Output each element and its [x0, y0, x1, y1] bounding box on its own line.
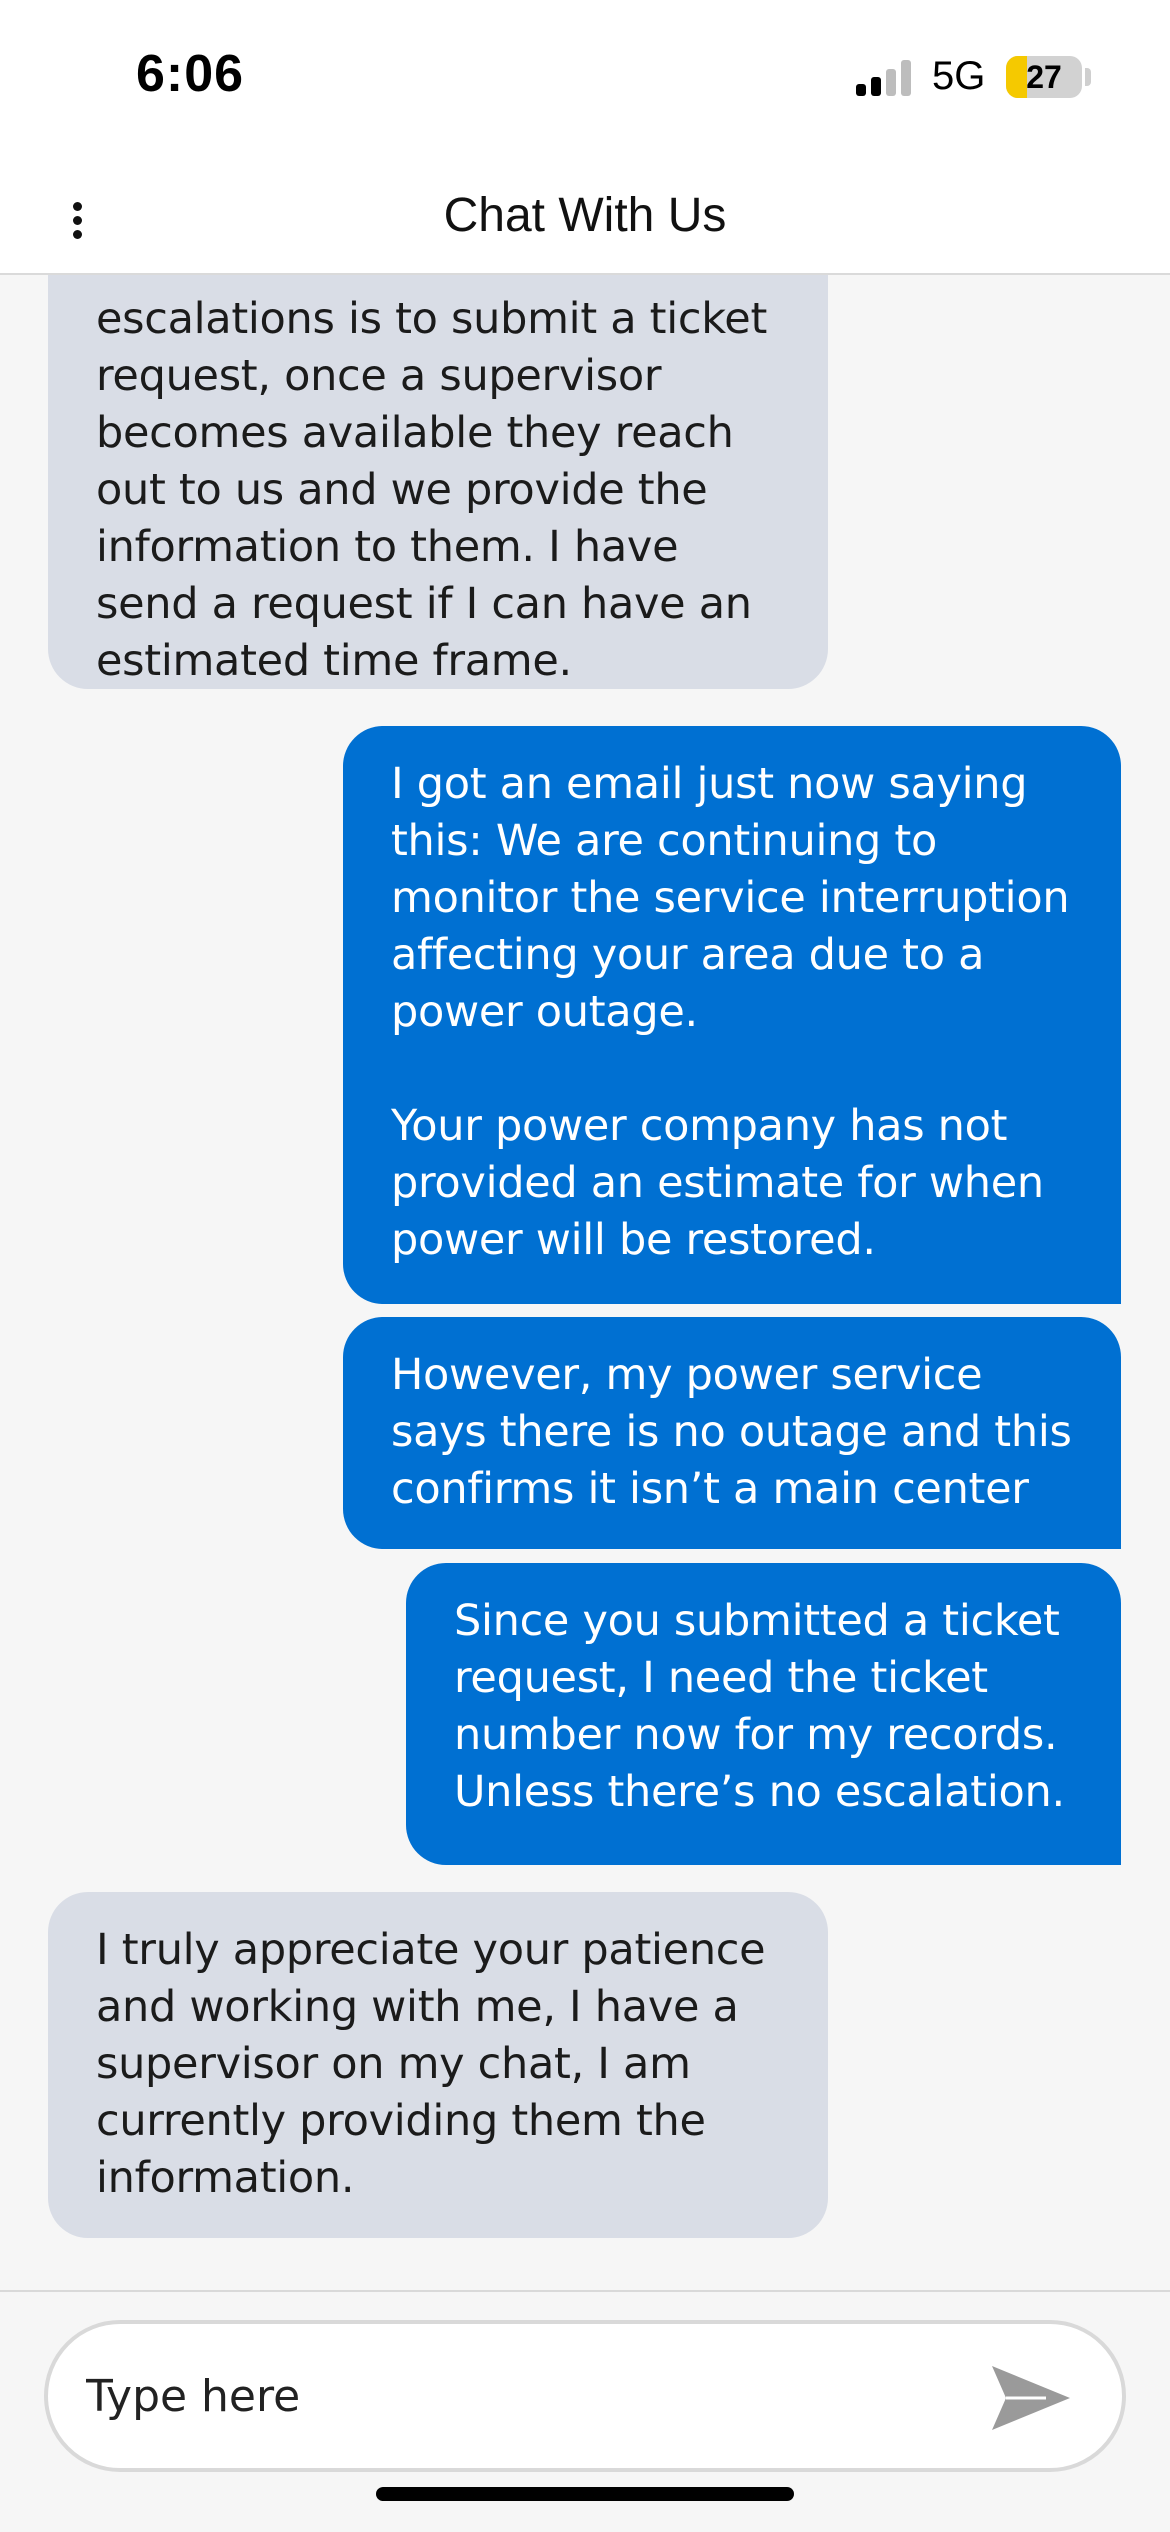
- battery-icon: 27: [1006, 56, 1082, 98]
- send-icon: [992, 2366, 1070, 2430]
- page-title: Chat With Us: [443, 189, 727, 242]
- message-composer: [44, 2320, 1126, 2472]
- agent-message: escalations is to submit a ticket reques…: [48, 275, 828, 689]
- chat-header: Chat With Us: [0, 160, 1170, 275]
- chat-screen: 6:06 5G 27 Chat With Us escalations is t…: [0, 0, 1170, 2532]
- send-button[interactable]: [986, 2358, 1076, 2438]
- chat-transcript[interactable]: escalations is to submit a ticket reques…: [0, 275, 1170, 2290]
- home-indicator: [376, 2487, 794, 2501]
- message-text: I got an email just now saying this: We …: [391, 759, 1070, 1037]
- message-text: Your power company has not provided an e…: [391, 1101, 1044, 1265]
- message-text: Since you submitted a ticket request, I …: [454, 1596, 1065, 1817]
- message-text: I truly appreciate your patience and wor…: [96, 1925, 766, 2203]
- signal-strength-icon: [856, 60, 912, 96]
- status-bar: 6:06 5G 27: [0, 0, 1170, 160]
- agent-message: I truly appreciate your patience and wor…: [48, 1892, 828, 2238]
- message-text: escalations is to submit a ticket reques…: [96, 294, 768, 686]
- user-message: However, my power service says there is …: [343, 1317, 1121, 1549]
- message-input[interactable]: [86, 2348, 966, 2444]
- user-message: I got an email just now saying this: We …: [343, 726, 1121, 1304]
- message-text: However, my power service says there is …: [391, 1350, 1072, 1514]
- battery-level: 27: [1026, 59, 1062, 95]
- battery-tip: [1085, 68, 1091, 86]
- network-type: 5G: [932, 54, 986, 98]
- status-time: 6:06: [136, 45, 245, 103]
- user-message: Since you submitted a ticket request, I …: [406, 1563, 1121, 1865]
